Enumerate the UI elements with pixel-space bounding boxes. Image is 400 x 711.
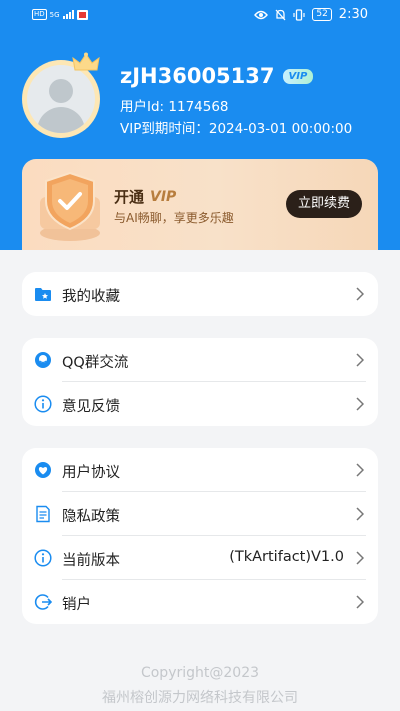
menu-item-label: 销户 xyxy=(62,597,91,613)
menu-item-label: 隐私政策 xyxy=(62,509,120,525)
chevron-right-icon xyxy=(356,507,364,521)
logout-icon xyxy=(34,594,52,610)
menu-item-qq-group[interactable]: QQ群交流 xyxy=(22,338,378,382)
company-name: 福州榕创源力网络科技有限公司 xyxy=(102,690,298,706)
renew-button[interactable]: 立即续费 xyxy=(286,190,362,218)
vip-shield-icon xyxy=(40,171,100,241)
info-icon xyxy=(34,549,52,567)
username: zJH36005137 xyxy=(120,64,275,88)
vip-badge: VIP xyxy=(282,68,314,84)
menu-item-privacy-policy[interactable]: 隐私政策 xyxy=(22,492,378,536)
chevron-right-icon xyxy=(356,463,364,477)
chevron-right-icon xyxy=(356,287,364,301)
menu-item-label: 用户协议 xyxy=(62,465,120,481)
document-icon xyxy=(36,505,50,523)
heart-agreement-icon xyxy=(35,462,51,478)
menu-item-label: 意见反馈 xyxy=(62,399,120,415)
network-label: 5G xyxy=(49,10,60,19)
settings-card: 用户协议 隐私政策 当前版本 (TkArtifact)V1.0 销户 xyxy=(22,448,378,624)
chevron-right-icon xyxy=(356,595,364,609)
vip-card-title-text: 开通 xyxy=(114,188,145,206)
chevron-right-icon xyxy=(356,397,364,411)
vip-card-description: 与AI畅聊，享更多乐趣 xyxy=(114,211,234,225)
menu-item-current-version[interactable]: 当前版本 (TkArtifact)V1.0 xyxy=(22,536,378,580)
avatar[interactable] xyxy=(22,52,100,138)
username-row: zJH36005137 VIP xyxy=(120,64,314,88)
menu-item-label: 我的收藏 xyxy=(62,289,120,305)
menu-item-user-agreement[interactable]: 用户协议 xyxy=(22,448,378,492)
chevron-right-icon xyxy=(356,353,364,367)
chevron-right-icon xyxy=(356,551,364,565)
menu-item-feedback[interactable]: 意见反馈 xyxy=(22,382,378,426)
eye-icon xyxy=(254,10,269,19)
version-value: (TkArtifact)V1.0 xyxy=(229,549,344,565)
status-bar: HD 5G 52 2:30 xyxy=(0,0,400,30)
clock-time: 2:30 xyxy=(338,7,368,22)
menu-item-label: QQ群交流 xyxy=(62,355,129,371)
qq-group-icon xyxy=(35,352,51,368)
copyright-text: Copyright@2023 xyxy=(140,665,260,681)
signal-icon xyxy=(62,10,74,19)
vip-card-title-vip: VIP xyxy=(150,188,177,205)
vip-promo-card[interactable]: 开通 VIP 与AI畅聊，享更多乐趣 立即续费 xyxy=(22,159,378,250)
menu-item-delete-account[interactable]: 销户 xyxy=(22,580,378,624)
crown-icon xyxy=(72,52,100,71)
default-avatar-icon xyxy=(27,65,95,133)
notification-icon xyxy=(76,9,88,20)
vip-card-title: 开通 VIP xyxy=(114,186,176,207)
hd-badge: HD xyxy=(32,9,47,20)
menu-item-label: 当前版本 xyxy=(62,553,120,569)
user-id: 用户Id: 1174568 xyxy=(120,99,229,115)
vip-expire-time: VIP到期时间：2024-03-01 00:00:00 xyxy=(120,121,353,137)
info-icon xyxy=(34,395,52,413)
battery-icon: 52 xyxy=(312,8,332,21)
menu-item-favorites[interactable]: 我的收藏 xyxy=(22,272,378,316)
favorites-card: 我的收藏 xyxy=(22,272,378,316)
mute-bell-icon xyxy=(275,9,286,20)
vibrate-icon xyxy=(293,8,305,21)
community-card: QQ群交流 意见反馈 xyxy=(22,338,378,426)
folder-star-icon xyxy=(35,288,51,301)
